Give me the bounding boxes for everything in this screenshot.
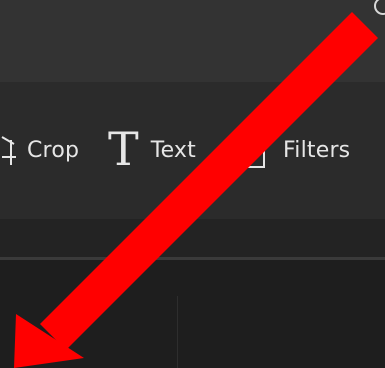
filters-tool-button[interactable]: Filters (238, 82, 350, 219)
tab-strip (0, 219, 385, 257)
toolbar: Crop T Text Filters (0, 82, 385, 219)
filters-icon (239, 135, 265, 168)
pane-divider (177, 296, 178, 368)
title-bar (0, 0, 385, 82)
text-icon: T (108, 121, 139, 176)
text-tool-button[interactable]: T Text (108, 82, 196, 219)
crop-label: Crop (27, 138, 80, 163)
text-label: Text (150, 138, 196, 163)
window-control-icon[interactable] (373, 0, 385, 16)
filters-label: Filters (283, 138, 351, 163)
app-window: Crop T Text Filters (0, 0, 385, 368)
canvas-area[interactable] (0, 260, 385, 368)
crop-icon (1, 135, 16, 165)
crop-tool-button[interactable]: Crop (0, 82, 79, 219)
